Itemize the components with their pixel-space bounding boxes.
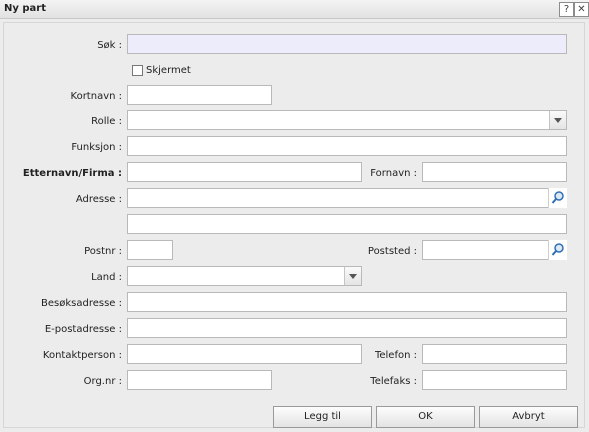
skjermet-checkbox[interactable] (132, 65, 143, 76)
chevron-down-icon[interactable] (549, 111, 566, 129)
ok-button[interactable]: OK (376, 406, 475, 428)
epostadresse-input[interactable] (127, 318, 567, 338)
kontaktperson-input[interactable] (127, 344, 362, 364)
close-button[interactable]: ✕ (574, 2, 589, 17)
kortnavn-label: Kortnavn : (70, 91, 122, 102)
land-label: Land : (91, 272, 122, 283)
besoksadresse-input[interactable] (127, 292, 567, 312)
postnr-input[interactable] (127, 240, 173, 260)
kortnavn-input[interactable] (127, 85, 272, 105)
adresse-line2-input[interactable] (127, 214, 567, 234)
skjermet-label: Skjermet (146, 65, 191, 76)
telefon-input[interactable] (422, 344, 567, 364)
title-bar: Ny part ? ✕ (0, 0, 589, 19)
besoksadresse-label: Besøksadresse : (41, 298, 122, 309)
epostadresse-label: E-postadresse : (44, 324, 122, 335)
telefaks-input[interactable] (422, 370, 567, 390)
search-input[interactable] (127, 34, 567, 54)
etternavn-label: Etternavn/Firma : (22, 168, 122, 179)
search-label: Søk : (97, 40, 122, 51)
adresse-label: Adresse : (75, 194, 122, 205)
rolle-label: Rolle : (91, 116, 122, 127)
add-button[interactable]: Legg til (273, 406, 372, 428)
chevron-down-icon[interactable] (344, 267, 361, 285)
postnr-label: Postnr : (84, 246, 122, 257)
orgnr-input[interactable] (127, 370, 272, 390)
telefon-label: Telefon : (374, 350, 417, 361)
window-title: Ny part (4, 3, 46, 14)
search-icon[interactable] (548, 188, 567, 208)
search-icon[interactable] (548, 240, 567, 260)
fornavn-label: Fornavn : (370, 168, 417, 179)
poststed-label: Poststed : (367, 246, 417, 257)
rolle-select[interactable] (127, 110, 567, 130)
etternavn-input[interactable] (127, 162, 362, 182)
telefaks-label: Telefaks : (370, 376, 417, 387)
kontaktperson-label: Kontaktperson : (42, 350, 122, 361)
funksjon-input[interactable] (127, 136, 567, 156)
funksjon-label: Funksjon : (71, 142, 122, 153)
adresse-input[interactable] (127, 188, 567, 208)
help-button[interactable]: ? (559, 2, 574, 17)
poststed-input[interactable] (422, 240, 567, 260)
orgnr-label: Org.nr : (83, 376, 122, 387)
land-select[interactable] (127, 266, 362, 286)
fornavn-input[interactable] (422, 162, 567, 182)
cancel-button[interactable]: Avbryt (479, 406, 578, 428)
